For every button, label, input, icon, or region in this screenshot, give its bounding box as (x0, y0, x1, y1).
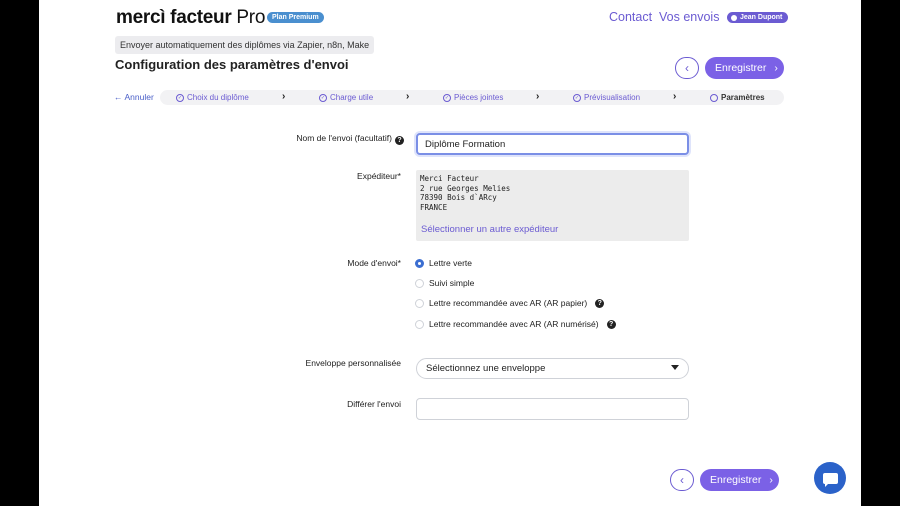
check-circle-icon: ✓ (443, 93, 451, 102)
chevron-right-icon: › (673, 91, 677, 102)
name-label-text: Nom de l'envoi (facultatif) (296, 133, 392, 143)
envelope-select[interactable]: Sélectionnez une enveloppe (416, 358, 689, 379)
chevron-left-icon: ‹ (685, 61, 689, 75)
mode-option-ar-papier[interactable]: Lettre recommandée avec AR (AR papier) ? (415, 298, 605, 308)
chat-bubble-icon (822, 472, 838, 487)
circle-icon (710, 93, 718, 102)
save-label: Enregistrer (710, 474, 762, 486)
sender-address-line: Merci Facteur (420, 174, 479, 183)
step-label: Pièces jointes (454, 93, 504, 102)
change-sender-link[interactable]: Sélectionner un autre expéditeur (421, 224, 558, 235)
page-tagline: Envoyer automatiquement des diplômes via… (115, 36, 375, 54)
logo-suffix-text: Pro (231, 7, 266, 28)
step-previsualisation[interactable]: ✓ Prévisualisation (573, 93, 640, 102)
brand-logo[interactable]: mercì facteur Pro (116, 7, 265, 29)
sender-card: Merci Facteur 2 rue Georges Melies 78390… (416, 170, 689, 241)
arrow-left-icon: ← (114, 92, 123, 102)
step-parametres[interactable]: Paramètres (710, 93, 765, 102)
save-button-bottom[interactable]: Enregistrer › (700, 469, 779, 491)
step-charge-utile[interactable]: ✓ Charge utile (319, 93, 373, 102)
radio-label: Lettre recommandée avec AR (AR numérisé) (429, 319, 599, 329)
check-circle-icon: ✓ (319, 93, 327, 102)
radio-icon (415, 278, 424, 288)
sender-label: Expéditeur* (357, 171, 401, 181)
sender-address: Merci Facteur 2 rue Georges Melies 78390… (420, 174, 510, 212)
nav-sends-link[interactable]: Vos envois (659, 10, 719, 24)
page-title: Configuration des paramètres d'envoi (115, 57, 349, 72)
save-button-top[interactable]: Enregistrer › (705, 57, 784, 79)
help-icon[interactable]: ? (395, 136, 404, 145)
user-menu[interactable]: Jean Dupont (727, 12, 789, 23)
radio-icon (415, 319, 424, 329)
nav-contact-link[interactable]: Contact (609, 10, 652, 24)
radio-label: Lettre verte (429, 258, 472, 268)
user-name: Jean Dupont (740, 14, 783, 21)
radio-icon (415, 298, 424, 308)
step-pieces-jointes[interactable]: ✓ Pièces jointes (443, 93, 503, 102)
sender-address-line: 78390 Bois d`ARcy (420, 193, 497, 202)
back-button-top[interactable]: ‹ (675, 57, 699, 79)
step-choix-diplome[interactable]: ✓ Choix du diplôme (176, 93, 249, 102)
cancel-label: Annuler (124, 92, 154, 102)
radio-label: Lettre recommandée avec AR (AR papier) (429, 298, 588, 308)
step-label: Paramètres (721, 93, 765, 102)
chevron-right-icon: › (406, 91, 410, 102)
sender-address-line: 2 rue Georges Melies (420, 183, 511, 193)
radio-selected-icon (415, 258, 424, 268)
step-label: Prévisualisation (584, 93, 641, 102)
cancel-link[interactable]: ← Annuler (114, 92, 154, 102)
chevron-right-icon: › (774, 62, 778, 74)
check-circle-icon: ✓ (573, 93, 581, 102)
envelope-select-value: Sélectionnez une enveloppe (426, 363, 546, 374)
chat-widget-button[interactable] (814, 462, 846, 494)
help-icon[interactable]: ? (606, 319, 616, 329)
user-icon (731, 14, 737, 21)
logo-main-text: mercì facteur (116, 7, 232, 28)
envelope-label: Enveloppe personnalisée (305, 358, 401, 368)
back-button-bottom[interactable]: ‹ (670, 469, 694, 491)
chevron-left-icon: ‹ (680, 473, 684, 487)
step-label: Charge utile (330, 93, 374, 102)
check-circle-icon: ✓ (176, 93, 184, 102)
mode-option-ar-numerise[interactable]: Lettre recommandée avec AR (AR numérisé)… (415, 319, 616, 329)
caret-down-icon (671, 365, 679, 370)
plan-badge: Plan Premium (267, 12, 324, 23)
mode-option-lettre-verte[interactable]: Lettre verte (415, 258, 472, 268)
mode-label: Mode d'envoi* (347, 258, 401, 268)
mode-option-suivi-simple[interactable]: Suivi simple (415, 278, 474, 288)
delay-input[interactable] (416, 398, 689, 420)
chevron-right-icon: › (282, 91, 286, 102)
save-label: Enregistrer (715, 62, 767, 74)
delay-label: Différer l'envoi (347, 399, 401, 409)
help-icon[interactable]: ? (595, 298, 605, 308)
chevron-right-icon: › (536, 91, 540, 102)
app-page: mercì facteur Pro Plan Premium Contact V… (39, 0, 861, 506)
chevron-right-icon: › (769, 474, 773, 486)
send-name-input[interactable]: Diplôme Formation (416, 133, 689, 155)
radio-label: Suivi simple (429, 278, 475, 288)
step-label: Choix du diplôme (187, 93, 249, 102)
sender-address-line: FRANCE (420, 202, 448, 212)
name-field-label: Nom de l'envoi (facultatif)? (204, 133, 404, 145)
